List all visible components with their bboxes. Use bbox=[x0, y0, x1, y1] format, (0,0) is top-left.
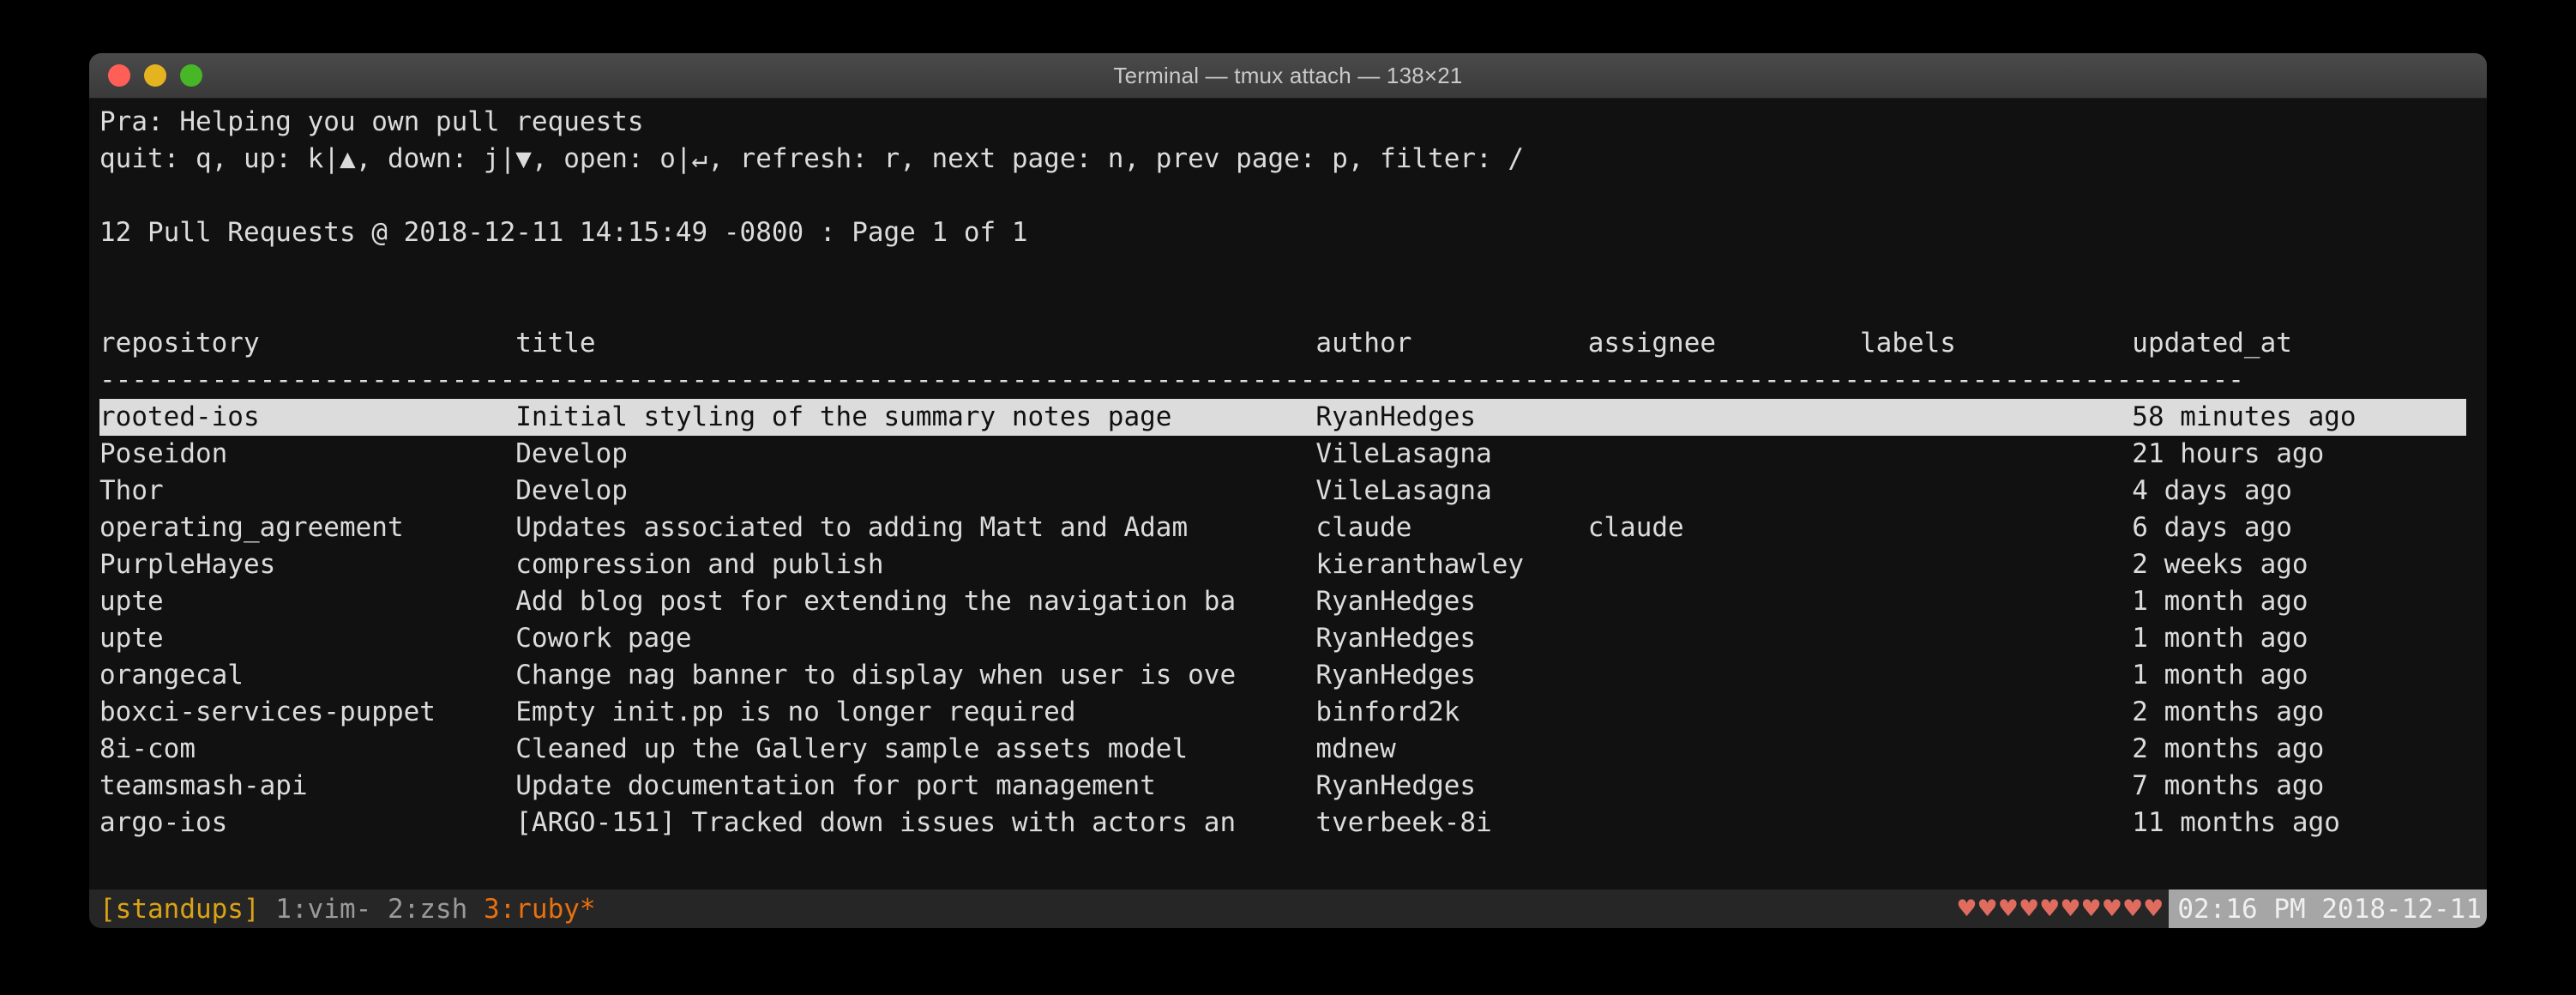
table-row[interactable]: upte Add blog post for extending the nav… bbox=[99, 583, 2487, 620]
table-row[interactable]: PurpleHayes compression and publish kier… bbox=[99, 546, 2487, 583]
spacer-line-1 bbox=[99, 178, 2487, 214]
terminal-window: Terminal — tmux attach — 138×21 Pra: Hel… bbox=[89, 53, 2487, 928]
window-titlebar[interactable]: Terminal — tmux attach — 138×21 bbox=[89, 53, 2487, 99]
app-banner: Pra: Helping you own pull requests bbox=[99, 106, 644, 137]
table-row[interactable]: argo-ios [ARGO-151] Tracked down issues … bbox=[99, 805, 2487, 841]
window-title: Terminal — tmux attach — 138×21 bbox=[1113, 62, 1463, 88]
spacer-line-3 bbox=[99, 288, 2487, 325]
tmux-status-left: [standups] 1:vim- 2:zsh 3:ruby* bbox=[89, 894, 596, 925]
table-row[interactable]: Thor Develop VileLasagna 4 days ago bbox=[99, 473, 2487, 510]
battery-hearts-indicator: ♥♥♥♥♥♥♥♥♥♥ bbox=[1956, 896, 2164, 922]
table-row[interactable]: orangecal Change nag banner to display w… bbox=[99, 657, 2487, 694]
table-row[interactable]: teamsmash-api Update documentation for p… bbox=[99, 768, 2487, 805]
table-header-separator: ----------------------------------------… bbox=[99, 365, 2244, 395]
table-row[interactable]: Poseidon Develop VileLasagna 21 hours ag… bbox=[99, 436, 2487, 473]
pull-request-table[interactable]: rooted-ios Initial styling of the summar… bbox=[99, 399, 2487, 841]
table-row[interactable]: operating_agreement Updates associated t… bbox=[99, 510, 2487, 546]
table-row[interactable]: 8i-com Cleaned up the Gallery sample ass… bbox=[99, 731, 2487, 768]
keybinding-help: quit: q, up: k|▲, down: j|▼, open: o|↵, … bbox=[99, 143, 1525, 174]
table-row[interactable]: rooted-ios Initial styling of the summar… bbox=[99, 399, 2466, 436]
tmux-clock: 02:16 PM 2018-12-11 bbox=[2169, 889, 2487, 928]
spacer-line-2 bbox=[99, 251, 2487, 288]
table-row[interactable]: upte Cowork page RyanHedges 1 month ago bbox=[99, 620, 2487, 657]
pull-request-summary: 12 Pull Requests @ 2018-12-11 14:15:49 -… bbox=[99, 217, 1028, 248]
desktop-backdrop: Terminal — tmux attach — 138×21 Pra: Hel… bbox=[0, 0, 2576, 995]
tmux-window-1[interactable]: 1:vim- bbox=[260, 894, 371, 925]
table-row[interactable]: boxci-services-puppet Empty init.pp is n… bbox=[99, 694, 2487, 731]
minimize-window-icon[interactable] bbox=[144, 64, 166, 87]
window-controls bbox=[89, 64, 202, 87]
tmux-window-list[interactable]: 1:vim- 2:zsh 3:ruby* bbox=[260, 894, 596, 925]
tmux-status-bar: [standups] 1:vim- 2:zsh 3:ruby* ♥♥♥♥♥♥♥♥… bbox=[89, 889, 2487, 928]
tmux-window-2[interactable]: 2:zsh bbox=[371, 894, 467, 925]
table-header-row: repository title author assignee labels … bbox=[99, 328, 2292, 359]
zoom-window-icon[interactable] bbox=[180, 64, 202, 87]
terminal-content[interactable]: Pra: Helping you own pull requests quit:… bbox=[89, 99, 2487, 928]
close-window-icon[interactable] bbox=[108, 64, 130, 87]
tmux-status-right: ♥♥♥♥♥♥♥♥♥♥ 02:16 PM 2018-12-11 bbox=[1956, 889, 2487, 928]
tmux-session-name[interactable]: [standups] bbox=[99, 894, 260, 925]
tmux-window-3[interactable]: 3:ruby* bbox=[467, 894, 596, 925]
